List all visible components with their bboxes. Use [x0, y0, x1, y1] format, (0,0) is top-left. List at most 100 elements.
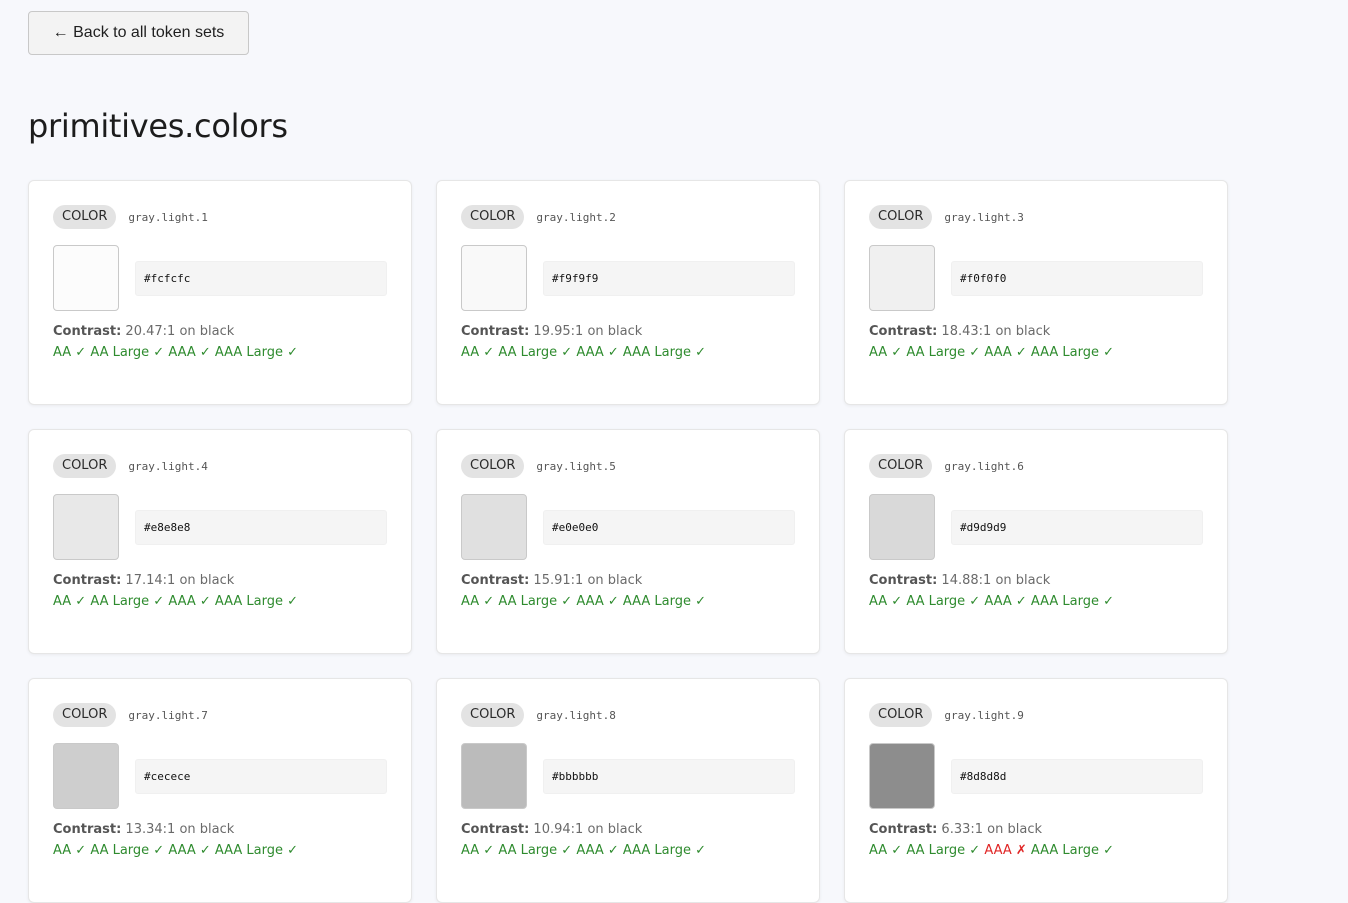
type-badge: COLOR — [461, 205, 525, 229]
type-badge: COLOR — [869, 703, 933, 727]
card-header: COLOR gray.light.6 — [869, 454, 1024, 478]
color-swatch[interactable] — [53, 245, 119, 311]
contrast-label: Contrast: — [461, 822, 530, 837]
color-swatch[interactable] — [53, 494, 119, 560]
wcag-check-aaa-large: AAA Large ✓ — [622, 843, 707, 858]
contrast-ratio: 6.33:1 — [941, 822, 984, 837]
contrast-info: Contrast: 18.43:1 on black — [869, 324, 1050, 339]
hex-value-field[interactable]: #f0f0f0 — [951, 261, 1203, 296]
hex-value-field[interactable]: #cecece — [135, 759, 387, 794]
contrast-info: Contrast: 19.95:1 on black — [461, 324, 642, 339]
card-header: COLOR gray.light.4 — [53, 454, 208, 478]
hex-value-field[interactable]: #f9f9f9 — [543, 261, 795, 296]
wcag-check-aa: AA ✓ — [53, 594, 91, 609]
wcag-check-aa: AA ✓ — [461, 594, 499, 609]
hex-value-field[interactable]: #e8e8e8 — [135, 510, 387, 545]
token-card: COLOR gray.light.5 #e0e0e0 Contrast: 15.… — [436, 429, 820, 654]
wcag-check-aaa-large: AAA Large ✓ — [1030, 594, 1115, 609]
token-name: gray.light.5 — [536, 459, 616, 473]
wcag-check-aa: AA ✓ — [53, 843, 91, 858]
contrast-ratio: 19.95:1 — [533, 324, 584, 339]
contrast-info: Contrast: 6.33:1 on black — [869, 822, 1042, 837]
wcag-check-aa-large: AA Large ✓ — [498, 345, 577, 360]
contrast-label: Contrast: — [869, 573, 938, 588]
contrast-label: Contrast: — [53, 822, 122, 837]
contrast-label: Contrast: — [869, 324, 938, 339]
wcag-check-aaa-large: AAA Large ✓ — [622, 345, 707, 360]
wcag-check-aaa: AAA ✓ — [168, 345, 215, 360]
wcag-check-aaa: AAA ✓ — [576, 843, 623, 858]
card-header: COLOR gray.light.7 — [53, 703, 208, 727]
back-to-token-sets-button[interactable]: ← Back to all token sets — [28, 11, 249, 55]
color-swatch[interactable] — [869, 494, 935, 560]
token-name: gray.light.6 — [944, 459, 1024, 473]
contrast-ratio: 13.34:1 — [125, 822, 176, 837]
wcag-checks: AA ✓ AA Large ✓ AAA ✓ AAA Large ✓ — [869, 345, 1114, 360]
color-swatch[interactable] — [461, 245, 527, 311]
hex-value-field[interactable]: #fcfcfc — [135, 261, 387, 296]
hex-value-field[interactable]: #8d8d8d — [951, 759, 1203, 794]
card-header: COLOR gray.light.9 — [869, 703, 1024, 727]
token-name: gray.light.7 — [128, 708, 208, 722]
hex-value-field[interactable]: #e0e0e0 — [543, 510, 795, 545]
token-card: COLOR gray.light.1 #fcfcfc Contrast: 20.… — [28, 180, 412, 405]
hex-value-field[interactable]: #d9d9d9 — [951, 510, 1203, 545]
wcag-checks: AA ✓ AA Large ✓ AAA ✓ AAA Large ✓ — [53, 345, 298, 360]
contrast-info: Contrast: 13.34:1 on black — [53, 822, 234, 837]
wcag-check-aaa-large: AAA Large ✓ — [622, 594, 707, 609]
wcag-check-aaa-large: AAA Large ✓ — [214, 843, 299, 858]
wcag-check-aa-large: AA Large ✓ — [498, 843, 577, 858]
contrast-suffix: on black — [587, 822, 643, 837]
token-card: COLOR gray.light.2 #f9f9f9 Contrast: 19.… — [436, 180, 820, 405]
wcag-checks: AA ✓ AA Large ✓ AAA ✓ AAA Large ✓ — [461, 594, 706, 609]
token-card: COLOR gray.light.4 #e8e8e8 Contrast: 17.… — [28, 429, 412, 654]
contrast-label: Contrast: — [461, 573, 530, 588]
token-name: gray.light.1 — [128, 210, 208, 224]
wcag-check-aa: AA ✓ — [461, 843, 499, 858]
hex-value-field[interactable]: #bbbbbb — [543, 759, 795, 794]
type-badge: COLOR — [53, 703, 117, 727]
type-badge: COLOR — [869, 205, 933, 229]
contrast-ratio: 10.94:1 — [533, 822, 584, 837]
contrast-suffix: on black — [179, 324, 235, 339]
wcag-check-aaa: AAA ✗ — [984, 843, 1031, 858]
wcag-check-aaa-large: AAA Large ✓ — [1030, 345, 1115, 360]
contrast-info: Contrast: 10.94:1 on black — [461, 822, 642, 837]
wcag-check-aaa-large: AAA Large ✓ — [1030, 843, 1115, 858]
wcag-check-aaa: AAA ✓ — [576, 345, 623, 360]
contrast-info: Contrast: 15.91:1 on black — [461, 573, 642, 588]
token-name: gray.light.9 — [944, 708, 1024, 722]
wcag-check-aa: AA ✓ — [869, 594, 907, 609]
contrast-ratio: 20.47:1 — [125, 324, 176, 339]
wcag-checks: AA ✓ AA Large ✓ AAA ✗ AAA Large ✓ — [869, 843, 1114, 858]
card-header: COLOR gray.light.1 — [53, 205, 208, 229]
wcag-check-aa-large: AA Large ✓ — [90, 594, 169, 609]
wcag-check-aa-large: AA Large ✓ — [906, 345, 985, 360]
contrast-suffix: on black — [587, 573, 643, 588]
type-badge: COLOR — [461, 454, 525, 478]
token-grid: COLOR gray.light.1 #fcfcfc Contrast: 20.… — [28, 180, 1228, 903]
contrast-ratio: 18.43:1 — [941, 324, 992, 339]
color-swatch[interactable] — [461, 494, 527, 560]
color-swatch[interactable] — [461, 743, 527, 809]
color-swatch[interactable] — [53, 743, 119, 809]
type-badge: COLOR — [53, 454, 117, 478]
wcag-checks: AA ✓ AA Large ✓ AAA ✓ AAA Large ✓ — [461, 843, 706, 858]
contrast-ratio: 15.91:1 — [533, 573, 584, 588]
color-swatch[interactable] — [869, 245, 935, 311]
contrast-info: Contrast: 20.47:1 on black — [53, 324, 234, 339]
token-card: COLOR gray.light.6 #d9d9d9 Contrast: 14.… — [844, 429, 1228, 654]
contrast-suffix: on black — [995, 324, 1051, 339]
token-name: gray.light.3 — [944, 210, 1024, 224]
wcag-check-aaa: AAA ✓ — [576, 594, 623, 609]
color-swatch[interactable] — [869, 743, 935, 809]
token-card: COLOR gray.light.9 #8d8d8d Contrast: 6.3… — [844, 678, 1228, 903]
contrast-suffix: on black — [179, 822, 235, 837]
wcag-check-aaa: AAA ✓ — [984, 594, 1031, 609]
token-name: gray.light.4 — [128, 459, 208, 473]
wcag-check-aa-large: AA Large ✓ — [90, 843, 169, 858]
wcag-check-aa-large: AA Large ✓ — [498, 594, 577, 609]
card-header: COLOR gray.light.3 — [869, 205, 1024, 229]
wcag-check-aaa: AAA ✓ — [168, 843, 215, 858]
contrast-label: Contrast: — [53, 324, 122, 339]
